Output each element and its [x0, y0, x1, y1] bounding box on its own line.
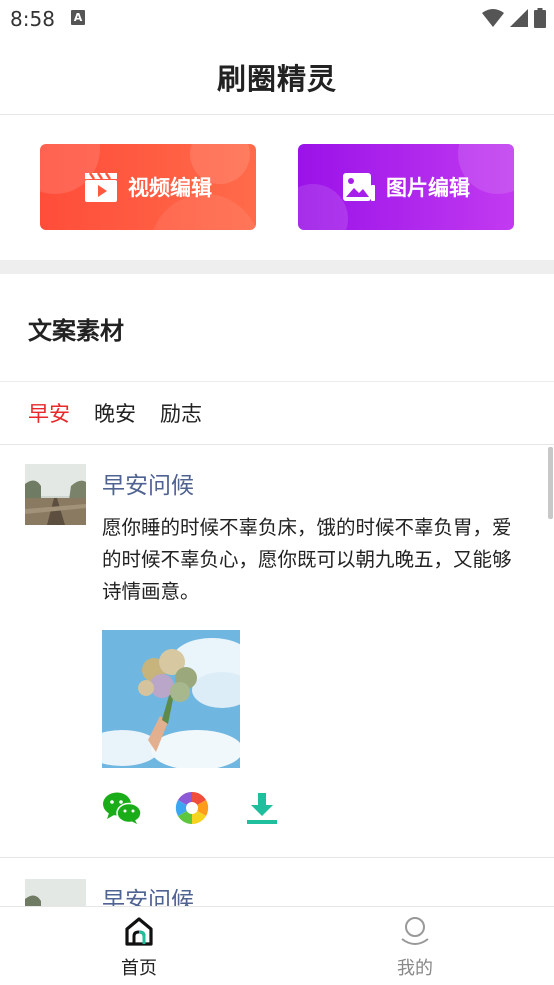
list-item: 早安问候 — [0, 859, 554, 906]
section-divider — [0, 260, 554, 274]
battery-icon — [534, 8, 546, 28]
post-title: 早安问候 — [102, 888, 194, 906]
bottom-nav: 首页 我的 — [0, 906, 554, 985]
post-body: 愿你睡的时候不辜负床，饿的时候不辜负胃，爱的时候不辜负心，愿你既可以朝九晚五，又… — [102, 516, 512, 603]
tab-night[interactable]: 晚安 — [94, 398, 136, 428]
download-icon[interactable] — [242, 791, 282, 825]
section-title: 文案素材 — [28, 317, 124, 345]
nav-mine[interactable]: 我的 — [355, 907, 475, 985]
list-item: 早安问候 愿你睡的时候不辜负床，饿的时候不辜负胃，爱的时候不辜负心，愿你既可以朝… — [0, 445, 554, 858]
nav-home[interactable]: 首页 — [79, 907, 199, 985]
avatar[interactable] — [25, 879, 86, 906]
page-title: 刷圈精灵 — [216, 62, 337, 96]
section-header: 文案素材 — [0, 274, 554, 382]
post-title: 早安问候 — [102, 473, 194, 499]
status-time: 8:58 — [10, 7, 55, 31]
signal-icon — [510, 9, 528, 27]
post-image[interactable] — [102, 630, 240, 768]
app-header: 刷圈精灵 — [0, 40, 554, 115]
status-bar: 8:58 A — [0, 0, 554, 40]
image-edit-button[interactable]: 图片编辑 — [298, 144, 514, 230]
scrollbar[interactable] — [548, 447, 553, 519]
wifi-icon — [482, 9, 504, 27]
moments-icon[interactable] — [172, 791, 212, 825]
video-edit-label: 视频编辑 — [128, 176, 212, 200]
profile-icon — [401, 917, 429, 945]
wechat-icon[interactable] — [102, 791, 142, 825]
edit-actions: 视频编辑 图片编辑 — [0, 115, 554, 260]
tab-inspiration[interactable]: 励志 — [160, 398, 202, 428]
avatar[interactable] — [25, 464, 86, 525]
status-icons — [482, 8, 546, 28]
video-clapper-icon — [84, 171, 118, 203]
post-feed[interactable]: 早安问候 愿你睡的时候不辜负床，饿的时候不辜负胃，爱的时候不辜负心，愿你既可以朝… — [0, 445, 554, 906]
video-edit-button[interactable]: 视频编辑 — [40, 144, 256, 230]
image-edit-label: 图片编辑 — [386, 176, 470, 200]
nav-home-label: 首页 — [121, 958, 157, 979]
image-edit-icon — [342, 171, 376, 203]
home-icon — [125, 917, 153, 946]
notification-a-icon: A — [71, 10, 85, 25]
tab-morning[interactable]: 早安 — [28, 398, 70, 428]
nav-mine-label: 我的 — [397, 958, 433, 979]
category-tabs: 早安 晚安 励志 — [0, 382, 554, 445]
